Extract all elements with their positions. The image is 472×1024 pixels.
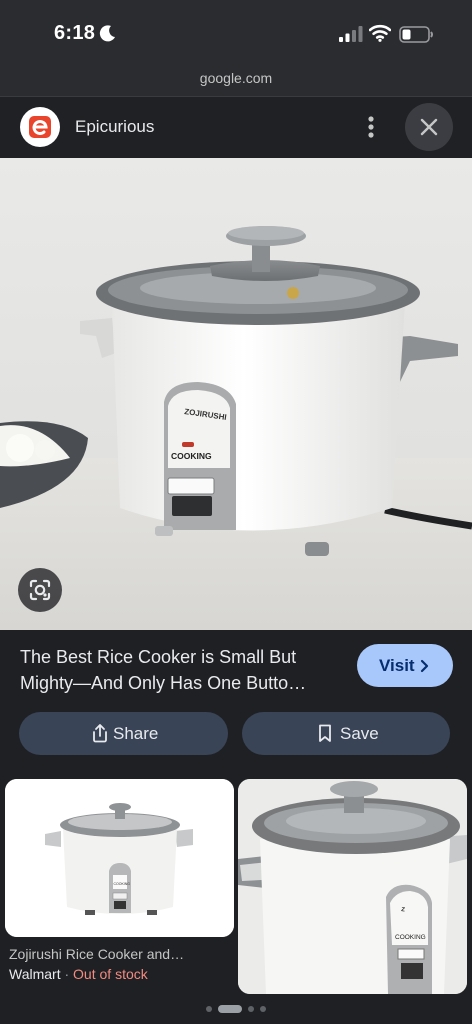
merchant-name: Walmart xyxy=(9,966,61,982)
visit-button[interactable]: Visit xyxy=(357,644,453,687)
google-lens-icon xyxy=(29,579,51,601)
related-result-merchant-row: Walmart · Out of stock xyxy=(9,966,148,982)
close-button[interactable] xyxy=(405,103,453,151)
signal-icon xyxy=(339,26,363,42)
thumb2-cooking-label: COOKING xyxy=(395,934,426,941)
result-title[interactable]: The Best Rice Cooker is Small But Mighty… xyxy=(20,644,345,696)
rice-cooker-thumbnail: COOKING xyxy=(5,779,234,937)
rice-cooker-photo: ZOJIRUSHI COOKING xyxy=(0,158,472,630)
share-button[interactable]: Share xyxy=(19,712,228,755)
pagination-dot xyxy=(248,1006,254,1012)
share-icon xyxy=(93,724,107,743)
url-domain: google.com xyxy=(199,70,273,86)
pagination-dot xyxy=(260,1006,266,1012)
thumb-cooking-label: COOKING xyxy=(114,882,131,886)
source-header: Epicurious xyxy=(0,96,472,158)
rice-cooker-closeup-thumbnail: Z COOKING xyxy=(238,779,467,994)
main-image[interactable]: ZOJIRUSHI COOKING xyxy=(0,158,472,630)
more-options-icon[interactable] xyxy=(358,111,384,143)
battery-icon xyxy=(399,26,433,43)
stock-status: Out of stock xyxy=(73,966,148,982)
merchant-separator: · xyxy=(64,966,70,982)
related-result-image[interactable]: COOKING xyxy=(5,779,234,937)
wifi-icon xyxy=(369,24,391,42)
pagination-dot xyxy=(206,1006,212,1012)
save-button[interactable]: Save xyxy=(242,712,450,755)
visit-label: Visit xyxy=(379,656,415,675)
url-bar[interactable]: google.com xyxy=(0,66,472,96)
related-result-title[interactable]: Zojirushi Rice Cooker and… xyxy=(9,946,231,962)
status-bar: 6:18 xyxy=(0,0,472,66)
epicurious-logo-icon xyxy=(21,108,59,146)
cooking-label: COOKING xyxy=(171,451,212,461)
epicurious-logo[interactable] xyxy=(20,107,60,147)
related-result-image-2[interactable]: Z COOKING xyxy=(238,779,467,994)
save-label: Save xyxy=(340,724,379,743)
google-lens-button[interactable] xyxy=(18,568,62,612)
site-name[interactable]: Epicurious xyxy=(75,117,154,137)
chevron-right-icon xyxy=(420,659,429,673)
bookmark-icon xyxy=(319,724,331,742)
status-time: 6:18 xyxy=(54,22,96,44)
moon-icon xyxy=(99,25,115,42)
image-pagination xyxy=(206,1005,266,1013)
pagination-dot-active xyxy=(218,1005,242,1013)
share-label: Share xyxy=(113,724,159,743)
